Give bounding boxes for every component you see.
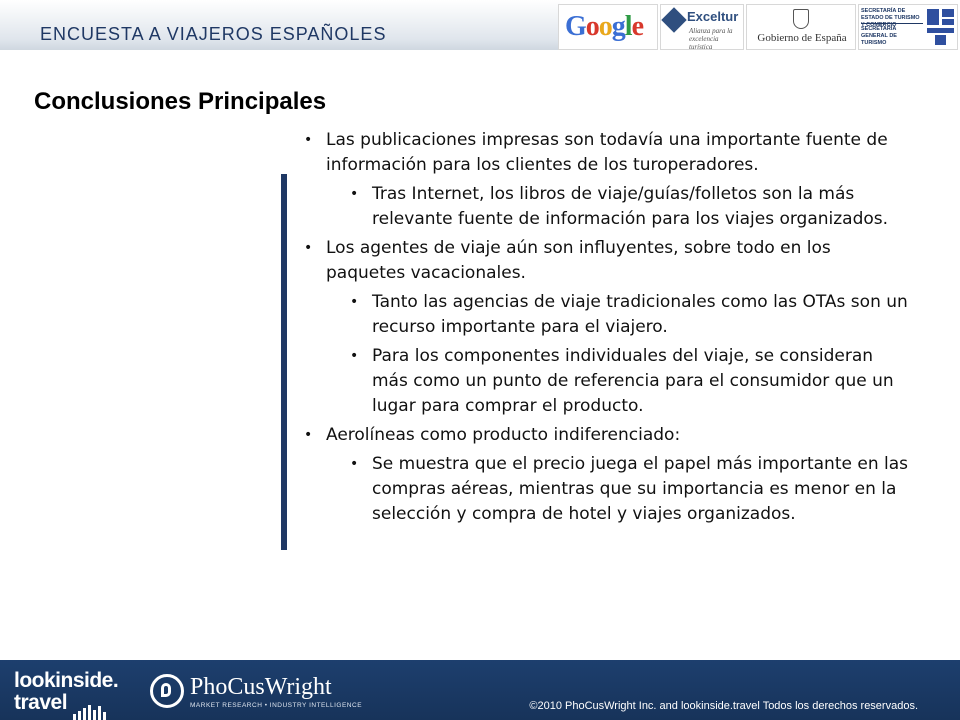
- bullet-icon: •: [304, 132, 313, 148]
- header: ENCUESTA A VIAJEROS ESPAÑOLES Google Exc…: [0, 0, 960, 58]
- exceltur-emblem-icon: [661, 7, 687, 33]
- sub-bullet-item: • Para los componentes individuales del v…: [350, 344, 914, 419]
- secretaria-logo: SECRETARÍA DE ESTADO DE TURISMO Y COMERC…: [858, 4, 958, 50]
- coat-of-arms-icon: [793, 9, 809, 29]
- partner-logos: Google Exceltur Alianza para la excelenc…: [558, 4, 958, 51]
- bullet-icon: •: [350, 456, 359, 472]
- secretaria-general: SECRETARÍA GENERAL DE TURISMO: [861, 26, 897, 46]
- footer: lookinside. travel PhoCusWright MARKET R…: [0, 660, 960, 720]
- sub-bullet-item: • Se muestra que el precio juega el papel…: [350, 452, 914, 527]
- google-wordmark: Google: [565, 11, 644, 42]
- bullet-text: Los agentes de viaje aún son influyentes…: [326, 238, 831, 283]
- copyright-text: ©2010 PhoCusWright Inc. and lookinside.t…: [529, 700, 918, 712]
- bullet-icon: •: [304, 240, 313, 256]
- exceltur-tagline: Alianza para la excelencia turística: [689, 27, 733, 51]
- accent-bar: [281, 174, 287, 550]
- bullet-item: • Aerolíneas como producto indiferenciado…: [304, 423, 914, 448]
- google-logo: Google: [558, 4, 658, 50]
- header-title: ENCUESTA A VIAJEROS ESPAÑOLES: [40, 24, 387, 44]
- bullet-icon: •: [350, 294, 359, 310]
- sub-bullet-text: Se muestra que el precio juega el papel …: [372, 454, 908, 524]
- turismo-mark-icon: [927, 9, 955, 45]
- sub-bullet-item: • Tanto las agencias de viaje tradicional…: [350, 290, 914, 340]
- page-title: Conclusiones Principales: [34, 88, 327, 115]
- exceltur-logo: Exceltur Alianza para la excelencia turí…: [660, 4, 744, 51]
- sub-bullet-item: • Tras Internet, los libros de viaje/guía…: [350, 182, 914, 232]
- lookinside-logo: lookinside. travel: [14, 669, 119, 720]
- lookinside-suffix: travel: [14, 691, 68, 714]
- gobierno-logo: Gobierno de España: [746, 4, 856, 50]
- phocuswright-logo: PhoCusWright MARKET RESEARCH • INDUSTRY …: [150, 674, 362, 714]
- bullet-item: • Las publicaciones impresas son todavía …: [304, 128, 914, 178]
- lookinside-name: lookinside.: [14, 669, 119, 692]
- exceltur-name: Exceltur: [687, 9, 739, 24]
- gobierno-name: Gobierno de España: [757, 32, 847, 44]
- secretaria-divider: [861, 23, 923, 24]
- bullet-list: • Las publicaciones impresas son todavía …: [304, 128, 914, 531]
- bullet-icon: •: [304, 427, 313, 443]
- signal-bars-icon: [73, 698, 108, 720]
- sub-bullet-text: Para los componentes individuales del vi…: [372, 346, 894, 416]
- sub-bullet-text: Tanto las agencias de viaje tradicionale…: [372, 292, 908, 337]
- phocuswright-emblem-icon: [150, 674, 184, 708]
- bullet-item: • Los agentes de viaje aún son influyente…: [304, 236, 914, 286]
- sub-bullet-text: Tras Internet, los libros de viaje/guías…: [372, 184, 889, 229]
- bullet-text: Las publicaciones impresas son todavía u…: [326, 130, 888, 175]
- bullet-icon: •: [350, 348, 359, 364]
- bullet-icon: •: [350, 186, 359, 202]
- phocuswright-name: PhoCusWright: [190, 674, 332, 700]
- lookinside-suffix-row: travel: [14, 691, 118, 720]
- phocuswright-tagline: MARKET RESEARCH • INDUSTRY INTELLIGENCE: [190, 702, 363, 709]
- bullet-text: Aerolíneas como producto indiferenciado:: [326, 425, 681, 445]
